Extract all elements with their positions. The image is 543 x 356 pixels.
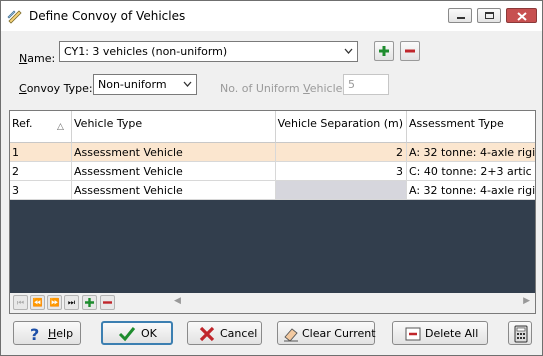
uniform-vehicles-label: No. of Uniform Vehicles:	[220, 82, 352, 95]
table-cell[interactable]: A: 32 tonne: 4-axle rigid	[407, 181, 535, 200]
dialog-window: Define Convoy of Vehicles Name: CY1: 3 v…	[0, 0, 543, 356]
checkmark-icon	[118, 327, 136, 342]
insert-record-button[interactable]	[82, 295, 97, 310]
table-cell[interactable]: Assessment Vehicle	[72, 143, 276, 162]
cancel-x-icon	[199, 326, 215, 342]
scroll-left-icon: ◀	[174, 296, 181, 306]
delete-icon	[103, 301, 112, 304]
close-button[interactable]	[506, 8, 537, 23]
first-icon: ⏮	[16, 298, 25, 307]
table-cell[interactable]: 2	[276, 143, 407, 162]
chevron-down-icon	[183, 81, 192, 87]
name-label: Name:	[19, 52, 56, 65]
grid-navigator: ⏮ ⏪ ⏩ ⏭ ◀ ▶	[10, 293, 535, 313]
last-record-button[interactable]: ⏭	[64, 295, 79, 310]
plus-icon	[379, 46, 389, 56]
add-convoy-button[interactable]	[374, 41, 394, 61]
delete-record-button[interactable]	[100, 295, 115, 310]
delete-list-icon	[405, 327, 421, 341]
table-cell[interactable]: A: 32 tonne: 4-axle rigid	[407, 143, 535, 162]
sort-ascending-icon: △	[57, 122, 64, 132]
column-header-assessment-type[interactable]: Assessment Type	[407, 111, 535, 143]
close-icon	[517, 12, 527, 21]
maximize-button[interactable]	[477, 8, 501, 23]
table-cell[interactable]	[276, 181, 407, 200]
column-header-vehicle-separation[interactable]: Vehicle Separation (m)	[276, 111, 407, 143]
convoy-type-select[interactable]: Non-uniform	[93, 74, 197, 95]
table-row[interactable]: 1	[10, 143, 72, 162]
window-title: Define Convoy of Vehicles	[29, 9, 186, 23]
uniform-vehicles-value: 5	[348, 78, 355, 91]
uniform-vehicles-input[interactable]: 5	[343, 74, 389, 95]
title-bar: Define Convoy of Vehicles	[1, 1, 542, 31]
table-cell[interactable]: Assessment Vehicle	[72, 162, 276, 181]
horizontal-scrollbar[interactable]: ◀ ▶	[170, 296, 530, 310]
convoy-type-value: Non-uniform	[98, 78, 167, 91]
next-icon: ⏩	[49, 298, 60, 307]
minimize-button[interactable]	[448, 8, 472, 23]
cancel-button[interactable]: Cancel	[187, 321, 262, 345]
calculator-button[interactable]	[508, 321, 532, 345]
table-cell[interactable]: 3	[276, 162, 407, 181]
remove-convoy-button[interactable]	[400, 41, 420, 61]
convoy-type-label: Convoy Type:	[19, 82, 93, 95]
chevron-down-icon	[344, 48, 353, 54]
table-row[interactable]: 3	[10, 181, 72, 200]
minimize-icon	[457, 17, 465, 19]
svg-text:?: ?	[30, 325, 39, 343]
next-record-button[interactable]: ⏩	[47, 295, 62, 310]
delete-all-button[interactable]: Delete All	[392, 321, 488, 345]
ok-button[interactable]: OK	[101, 321, 173, 345]
minus-icon	[405, 49, 415, 53]
prior-icon: ⏪	[32, 298, 43, 307]
name-combobox[interactable]: CY1: 3 vehicles (non-uniform)	[59, 41, 358, 62]
clear-current-button[interactable]: Clear Current	[277, 321, 376, 345]
prior-record-button[interactable]: ⏪	[30, 295, 45, 310]
table-cell[interactable]: Assessment Vehicle	[72, 181, 276, 200]
last-icon: ⏭	[67, 298, 76, 307]
calculator-icon	[514, 325, 528, 343]
first-record-button[interactable]: ⏮	[13, 295, 28, 310]
vehicles-grid: Ref. △ Vehicle Type Vehicle Separation (…	[9, 110, 536, 314]
scroll-right-icon: ▶	[523, 296, 530, 306]
column-header-vehicle-type[interactable]: Vehicle Type	[72, 111, 276, 143]
table-row[interactable]: 2	[10, 162, 72, 181]
column-header-ref[interactable]: Ref. △	[10, 111, 72, 143]
help-button[interactable]: ? Help	[13, 321, 81, 345]
eraser-icon	[284, 328, 298, 342]
insert-icon	[85, 298, 94, 307]
maximize-icon	[485, 12, 494, 19]
help-icon: ?	[30, 325, 39, 343]
pencil-ruler-icon	[7, 10, 22, 24]
name-value: CY1: 3 vehicles (non-uniform)	[64, 45, 228, 58]
table-cell[interactable]: C: 40 tonne: 2+3 artic	[407, 162, 535, 181]
